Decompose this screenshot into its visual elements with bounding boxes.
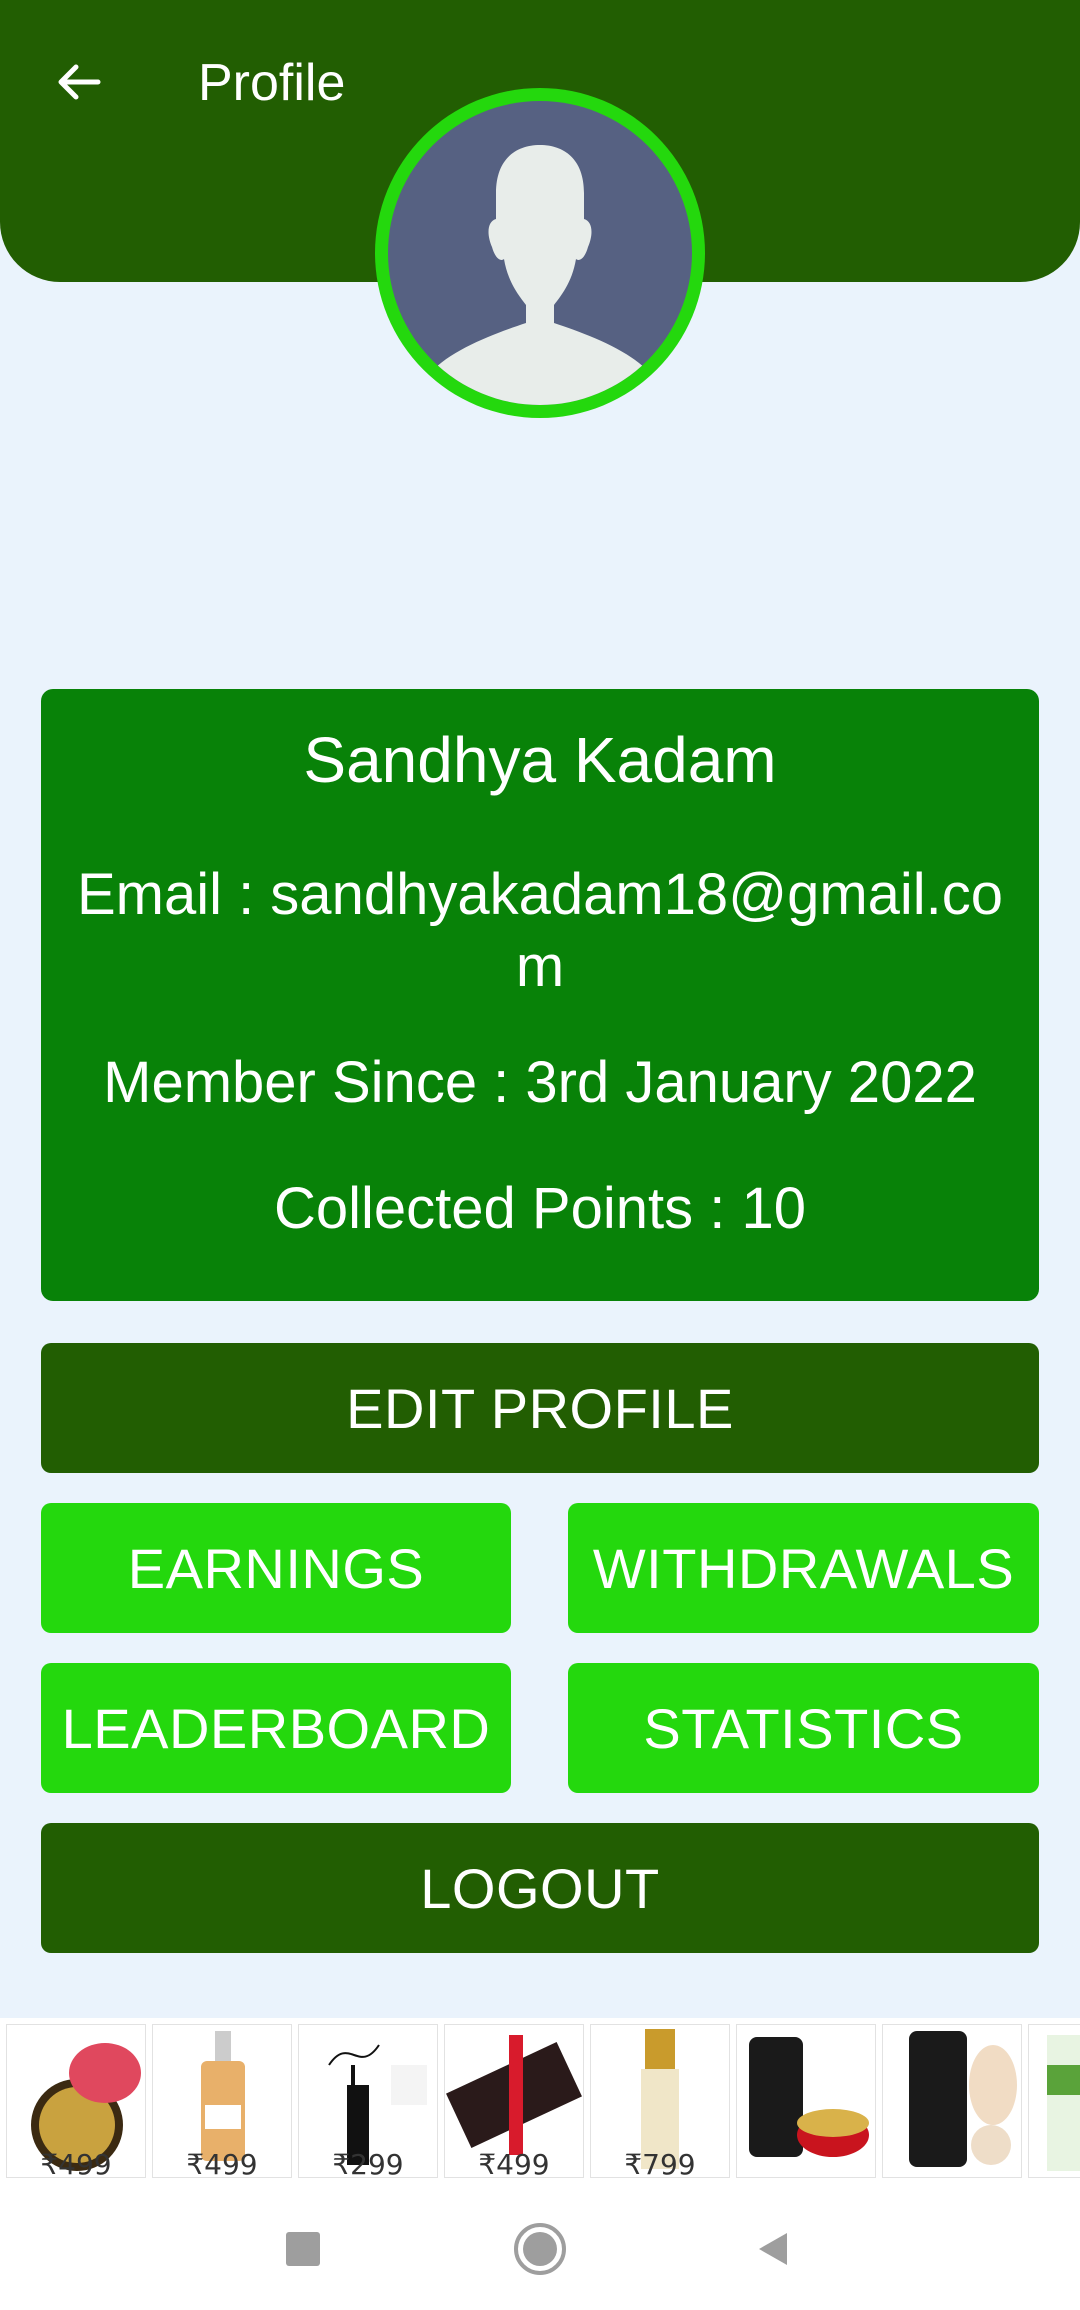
product-image bbox=[1047, 2035, 1080, 2171]
logout-button[interactable]: LOGOUT bbox=[41, 1823, 1039, 1953]
leaderboard-button[interactable]: LEADERBOARD bbox=[41, 1663, 511, 1793]
user-silhouette-icon bbox=[430, 145, 650, 405]
edit-profile-button[interactable]: EDIT PROFILE bbox=[41, 1343, 1039, 1473]
profile-info-card: Sandhya Kadam Email : sandhyakadam18@gma… bbox=[41, 689, 1039, 1301]
back-button[interactable] bbox=[46, 50, 110, 114]
home-button[interactable] bbox=[505, 2214, 575, 2284]
product-price: ₹499 bbox=[478, 2148, 550, 2178]
product-tile[interactable]: ₹499 bbox=[6, 2024, 146, 2178]
arrow-left-icon bbox=[58, 64, 101, 100]
product-price: ₹499 bbox=[40, 2148, 112, 2178]
member-since-text: Member Since : 3rd January 2022 bbox=[103, 1050, 977, 1115]
circle-home-icon bbox=[514, 2223, 566, 2275]
product-image bbox=[749, 2037, 869, 2157]
product-image bbox=[909, 2031, 1017, 2167]
statistics-button[interactable]: STATISTICS bbox=[568, 1663, 1039, 1793]
product-price: ₹499 bbox=[186, 2148, 258, 2178]
email-text: Email : sandhyakadam18@gmail.com bbox=[76, 862, 1004, 999]
product-tile[interactable]: ₹499 bbox=[152, 2024, 292, 2178]
collected-points-text: Collected Points : 10 bbox=[274, 1176, 806, 1241]
product-tile[interactable]: ₹799 bbox=[590, 2024, 730, 2178]
product-tile[interactable] bbox=[882, 2024, 1022, 2178]
earnings-button[interactable]: EARNINGS bbox=[41, 1503, 511, 1633]
product-carousel[interactable]: ₹499 ₹499 ₹299 ₹499 ₹799 bbox=[0, 2018, 1080, 2184]
triangle-back-icon bbox=[759, 2233, 787, 2265]
product-price: ₹299 bbox=[332, 2148, 404, 2178]
system-nav-bar bbox=[0, 2184, 1080, 2310]
avatar[interactable] bbox=[375, 88, 705, 418]
product-tile[interactable] bbox=[736, 2024, 876, 2178]
withdrawals-button[interactable]: WITHDRAWALS bbox=[568, 1503, 1039, 1633]
back-nav-button[interactable] bbox=[738, 2214, 808, 2284]
recents-button[interactable] bbox=[268, 2214, 338, 2284]
product-tile[interactable] bbox=[1028, 2024, 1080, 2178]
product-tile[interactable]: ₹299 bbox=[298, 2024, 438, 2178]
product-price: ₹799 bbox=[624, 2148, 696, 2178]
square-icon bbox=[286, 2232, 320, 2266]
user-name: Sandhya Kadam bbox=[303, 724, 777, 796]
page-title: Profile bbox=[198, 54, 346, 112]
product-tile[interactable]: ₹499 bbox=[444, 2024, 584, 2178]
